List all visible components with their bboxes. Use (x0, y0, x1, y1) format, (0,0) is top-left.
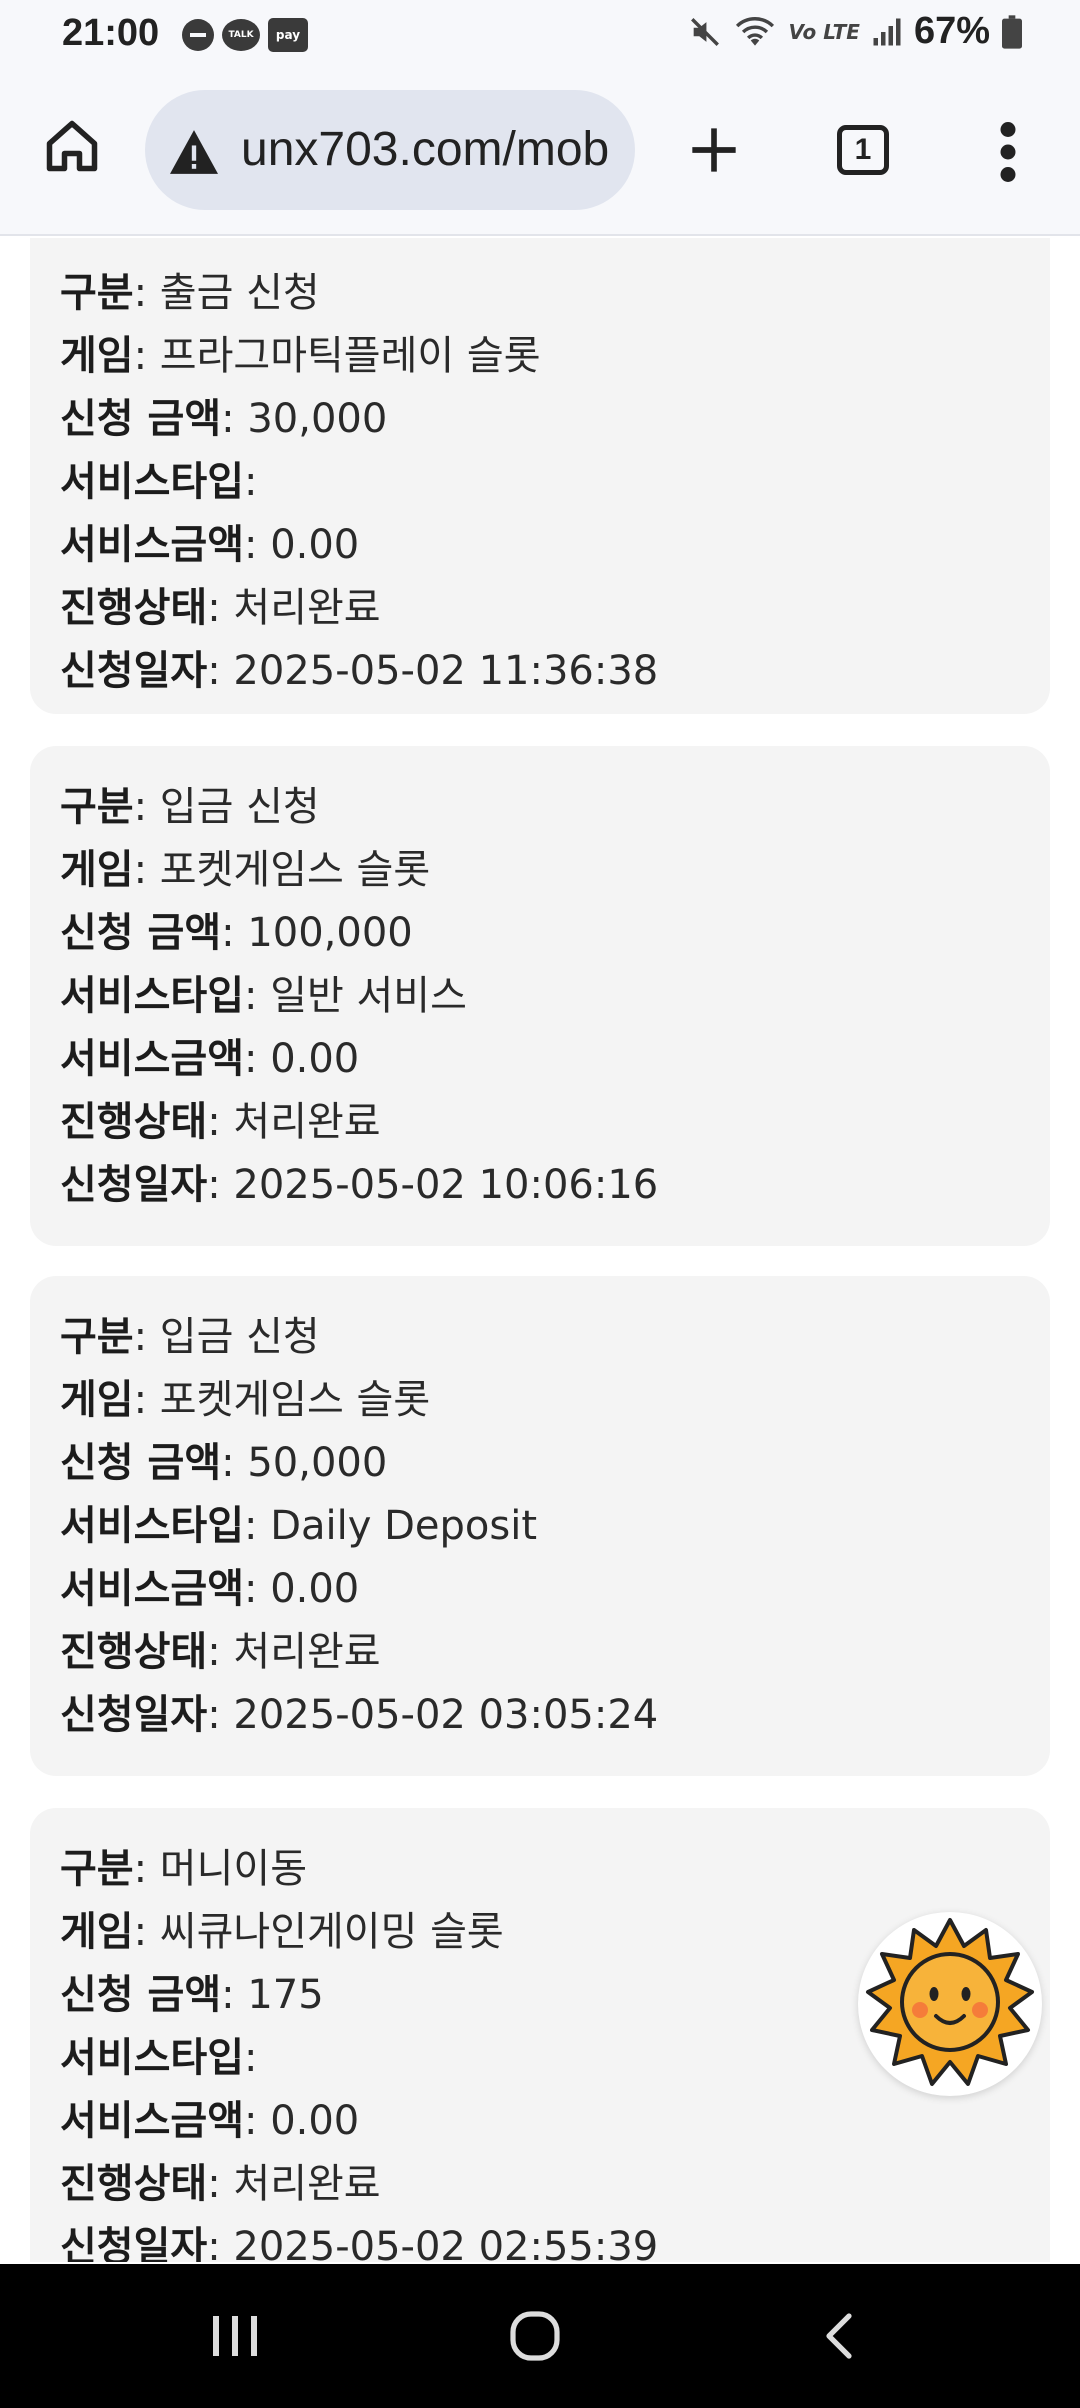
floating-sun-button[interactable] (858, 1912, 1042, 2096)
row-type: 구분: 머니이동 (60, 1846, 308, 1892)
row-status: 진행상태: 처리완료 (60, 1099, 381, 1145)
row-date: 신청일자: 2025-05-02 02:55:39 (60, 2224, 659, 2262)
wifi-icon (736, 16, 775, 46)
row-service-amount: 서비스금액: 0.00 (60, 1566, 360, 1612)
row-amount: 신청 금액: 50,000 (60, 1440, 388, 1486)
battery-percent: 67% (913, 10, 990, 52)
plus-icon[interactable] (688, 124, 740, 176)
row-service-type: 서비스타입: (60, 2035, 258, 2081)
row-amount: 신청 금액: 100,000 (60, 910, 413, 956)
row-game: 게임: 포켓게임스 슬롯 (60, 1377, 431, 1423)
mute-icon (691, 17, 720, 46)
nav-home-icon (510, 2311, 560, 2361)
status-time: 21:00 (62, 12, 160, 54)
back-icon (826, 2313, 852, 2359)
more-vert-icon[interactable] (996, 122, 1020, 182)
warning-icon[interactable] (167, 128, 221, 176)
nav-home-button[interactable] (480, 2264, 590, 2408)
url-text[interactable]: unx703.com/mob (241, 122, 609, 177)
row-service-type: 서비스타입: (60, 459, 258, 505)
recents-icon (213, 2316, 257, 2356)
row-date: 신청일자: 2025-05-02 11:36:38 (60, 648, 659, 694)
transaction-card: 구분: 출금 신청 게임: 프라그마틱플레이 슬롯 신청 금액: 30,000 … (30, 238, 1050, 714)
row-type: 구분: 출금 신청 (60, 270, 320, 316)
home-icon[interactable] (42, 116, 102, 176)
row-status: 진행상태: 처리완료 (60, 1629, 381, 1675)
status-bar: 21:00 TALK pay Vo LTE 67% (0, 0, 1080, 72)
browser-toolbar: unx703.com/mob 1 (0, 72, 1080, 236)
row-status: 진행상태: 처리완료 (60, 585, 381, 631)
row-service-amount: 서비스금액: 0.00 (60, 522, 360, 568)
transaction-card: 구분: 입금 신청 게임: 포켓게임스 슬롯 신청 금액: 50,000 서비스… (30, 1276, 1050, 1776)
row-type: 구분: 입금 신청 (60, 784, 320, 830)
transaction-card: 구분: 입금 신청 게임: 포켓게임스 슬롯 신청 금액: 100,000 서비… (30, 746, 1050, 1246)
row-date: 신청일자: 2025-05-02 10:06:16 (60, 1162, 659, 1208)
system-nav-bar (0, 2264, 1080, 2408)
network-type: Vo LTE (788, 19, 860, 44)
notification-icons: TALK pay (182, 18, 308, 52)
row-service-type: 서비스타입: 일반 서비스 (60, 973, 467, 1019)
signal-icon (873, 18, 901, 45)
row-game: 게임: 씨큐나인게이밍 슬롯 (60, 1909, 504, 1955)
do-not-disturb-icon (182, 19, 214, 51)
back-button[interactable] (786, 2264, 896, 2408)
tab-switcher-button[interactable]: 1 (837, 125, 889, 175)
battery-icon (1002, 14, 1022, 49)
url-bar[interactable]: unx703.com/mob (145, 90, 635, 210)
sun-face-icon (866, 1918, 1034, 2086)
row-service-amount: 서비스금액: 0.00 (60, 2098, 360, 2144)
row-service-type: 서비스타입: Daily Deposit (60, 1503, 538, 1549)
row-status: 진행상태: 처리완료 (60, 2161, 381, 2207)
row-game: 게임: 포켓게임스 슬롯 (60, 847, 431, 893)
talk-icon: TALK (222, 19, 260, 51)
pay-icon: pay (268, 18, 308, 52)
recents-button[interactable] (180, 2264, 290, 2408)
row-type: 구분: 입금 신청 (60, 1314, 320, 1360)
row-date: 신청일자: 2025-05-02 03:05:24 (60, 1692, 659, 1738)
row-amount: 신청 금액: 175 (60, 1972, 324, 2018)
row-service-amount: 서비스금액: 0.00 (60, 1036, 360, 1082)
system-icons: Vo LTE 67% (688, 10, 1022, 53)
row-game: 게임: 프라그마틱플레이 슬롯 (60, 333, 541, 379)
row-amount: 신청 금액: 30,000 (60, 396, 388, 442)
